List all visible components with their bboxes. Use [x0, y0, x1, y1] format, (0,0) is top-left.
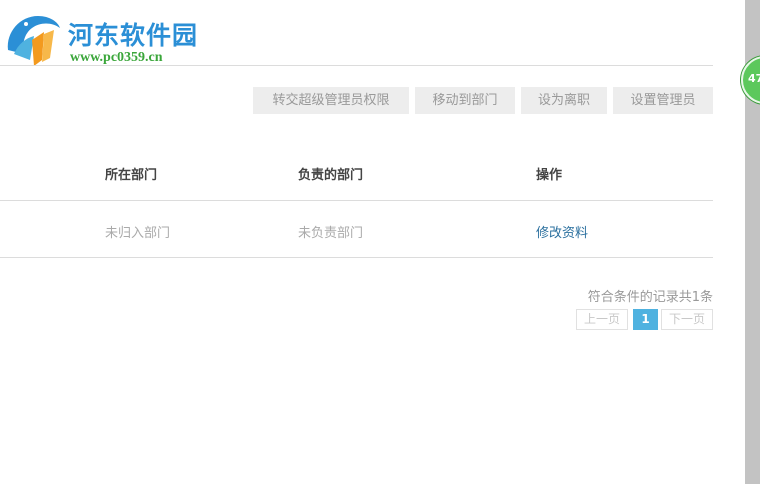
- header-divider: [0, 65, 713, 66]
- cell-department: 未归入部门: [105, 226, 171, 241]
- next-page-button[interactable]: 下一页: [661, 309, 713, 330]
- column-header-department: 所在部门: [105, 168, 158, 183]
- edit-profile-link[interactable]: 修改资料: [536, 222, 588, 241]
- badge-count: 47: [748, 72, 760, 85]
- transfer-super-admin-button[interactable]: 转交超级管理员权限: [253, 87, 409, 114]
- move-to-department-button[interactable]: 移动到部门: [415, 87, 515, 114]
- logo-emblem-icon: [7, 16, 60, 66]
- action-toolbar: 转交超级管理员权限 移动到部门 设为离职 设置管理员: [0, 87, 713, 115]
- logo-title: 河东软件园: [68, 21, 199, 50]
- set-admin-button[interactable]: 设置管理员: [613, 87, 713, 114]
- floating-badge[interactable]: 47: [741, 56, 760, 104]
- site-logo: 河东软件园 www.pc0359.cn: [4, 8, 214, 68]
- current-page-button[interactable]: 1: [633, 309, 658, 330]
- table-row-divider: [0, 257, 713, 258]
- logo-url: www.pc0359.cn: [70, 50, 163, 65]
- column-header-actions: 操作: [536, 168, 563, 183]
- record-count-summary: 符合条件的记录共1条: [587, 290, 713, 305]
- set-resigned-button[interactable]: 设为离职: [521, 87, 607, 114]
- cell-responsible: 未负责部门: [298, 226, 364, 241]
- table-header-divider: [0, 200, 713, 201]
- page: 河东软件园 www.pc0359.cn 转交超级管理员权限 移动到部门 设为离职…: [0, 0, 760, 484]
- prev-page-button[interactable]: 上一页: [576, 309, 628, 330]
- column-header-responsible: 负责的部门: [298, 168, 364, 183]
